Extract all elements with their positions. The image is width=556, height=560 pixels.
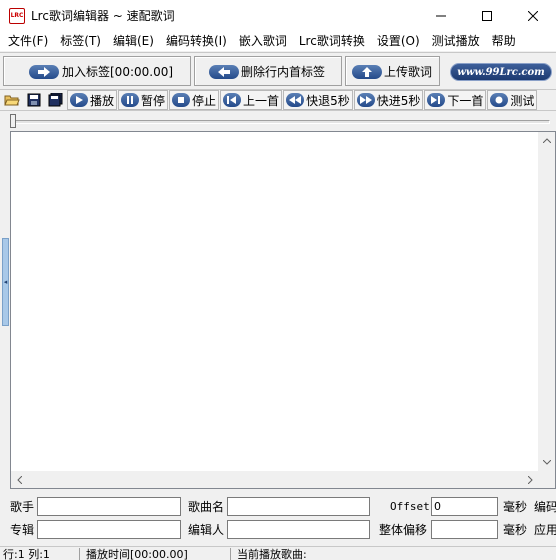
shift-ms-label: 毫秒: [503, 523, 528, 537]
stop-button[interactable]: 停止: [169, 90, 220, 110]
prev-track-label: 上一首: [243, 93, 280, 108]
singer-input[interactable]: [37, 497, 181, 516]
test-button[interactable]: 测试: [487, 90, 538, 110]
pause-button[interactable]: 暂停: [118, 90, 169, 110]
stop-icon: [172, 93, 191, 107]
scroll-down-icon[interactable]: [538, 454, 555, 471]
close-button[interactable]: [510, 0, 556, 31]
rewind-label: 快退5秒: [306, 93, 350, 108]
test-label: 测试: [510, 93, 535, 108]
minimize-icon: [436, 15, 446, 16]
title-bar: LRC Lrc歌词编辑器 ~ 速配歌词: [0, 0, 556, 31]
add-tag-label: 加入标签[00:00.00]: [62, 64, 174, 79]
menu-help[interactable]: 帮助: [486, 31, 522, 51]
menu-file[interactable]: 文件(F): [0, 31, 54, 51]
playback-toolbar: 播放 暂停 停止 上一首 快退5秒 快进5秒 下一首 测试: [0, 89, 556, 111]
menu-bar: 文件(F) 标签(T) 编辑(E) 编码转换(I) 嵌入歌词 Lrc歌词转换 设…: [0, 31, 556, 51]
upload-lyrics-button[interactable]: 上传歌词: [345, 56, 440, 86]
scroll-up-icon[interactable]: [538, 132, 555, 149]
close-icon: [528, 10, 538, 21]
delete-first-tag-button[interactable]: 删除行内首标签: [194, 56, 342, 86]
menu-test-play[interactable]: 测试播放: [426, 31, 486, 51]
rewind-icon: [286, 93, 305, 107]
add-tag-button[interactable]: 加入标签[00:00.00]: [3, 56, 191, 86]
menu-edit[interactable]: 编辑(E): [107, 31, 160, 51]
offset-ms-label: 毫秒: [503, 500, 528, 514]
scroll-right-icon[interactable]: [522, 471, 539, 488]
prev-track-icon: [223, 93, 242, 107]
arrow-right-icon: [29, 65, 59, 79]
open-folder-icon[interactable]: [2, 90, 22, 110]
app-icon: LRC: [9, 7, 25, 24]
song-title-label: 歌曲名: [188, 500, 225, 514]
menu-lrc-convert[interactable]: Lrc歌词转换: [293, 31, 371, 51]
offset-input[interactable]: 0: [431, 497, 498, 516]
arrow-left-icon: [209, 65, 239, 79]
next-track-button[interactable]: 下一首: [424, 90, 487, 110]
arrow-up-icon: [352, 65, 382, 79]
next-track-label: 下一首: [447, 93, 484, 108]
rewind-button[interactable]: 快退5秒: [283, 90, 353, 110]
window-title: Lrc歌词编辑器 ~ 速配歌词: [31, 9, 175, 23]
album-input[interactable]: [37, 520, 181, 539]
song-info-fields: 歌手 歌曲名 Offset 0 毫秒 编码 专辑 编辑人 整体偏移 毫秒 应用: [0, 496, 556, 544]
save-as-icon[interactable]: [46, 90, 66, 110]
play-label: 播放: [90, 93, 115, 108]
window-controls: [418, 0, 556, 31]
scroll-left-icon[interactable]: [11, 471, 28, 488]
fast-forward-icon: [356, 93, 375, 107]
collapse-panel-handle[interactable]: ◂: [2, 238, 9, 326]
slider-track: [10, 120, 550, 124]
menu-settings[interactable]: 设置(O): [371, 31, 426, 51]
brand-link[interactable]: www.99Lrc.com: [450, 63, 552, 81]
status-bar: 行:1 列:1 播放时间[00:00.00] 当前播放歌曲:: [0, 546, 556, 560]
vertical-scrollbar[interactable]: [538, 132, 555, 488]
main-toolbar: 加入标签[00:00.00] 删除行内首标签 上传歌词 www.99Lrc.co…: [0, 52, 556, 88]
maximize-button[interactable]: [464, 0, 510, 31]
pause-icon: [121, 93, 140, 107]
play-button[interactable]: 播放: [67, 90, 118, 110]
upload-lyrics-label: 上传歌词: [384, 64, 433, 79]
offset-label: Offset: [390, 500, 430, 513]
lyrics-editor[interactable]: [10, 131, 556, 489]
playback-slider[interactable]: [8, 114, 554, 130]
minimize-button[interactable]: [418, 0, 464, 31]
current-song: 当前播放歌曲:: [237, 548, 307, 560]
encoding-label[interactable]: 编码: [534, 498, 556, 516]
play-icon: [70, 93, 88, 107]
global-shift-label: 整体偏移: [379, 523, 428, 537]
maximize-icon: [482, 10, 492, 21]
apply-button[interactable]: 应用: [534, 521, 556, 539]
save-icon[interactable]: [24, 90, 44, 110]
stop-label: 停止: [192, 93, 217, 108]
play-time: 播放时间[00:00.00]: [83, 548, 231, 560]
menu-embed-lyrics[interactable]: 嵌入歌词: [233, 31, 293, 51]
forward-button[interactable]: 快进5秒: [353, 90, 424, 110]
pause-label: 暂停: [141, 93, 166, 108]
menu-encoding[interactable]: 编码转换(I): [160, 31, 233, 51]
editor-name-input[interactable]: [227, 520, 370, 539]
next-track-icon: [427, 93, 446, 107]
slider-thumb[interactable]: [10, 114, 16, 128]
horizontal-scrollbar[interactable]: [11, 471, 539, 488]
delete-first-tag-label: 删除行内首标签: [241, 64, 326, 79]
record-icon: [490, 93, 509, 107]
editor-name-label: 编辑人: [188, 523, 225, 537]
song-title-input[interactable]: [227, 497, 370, 516]
menu-tag[interactable]: 标签(T): [54, 31, 107, 51]
singer-label: 歌手: [10, 500, 35, 514]
global-shift-input[interactable]: [431, 520, 498, 539]
cursor-position: 行:1 列:1: [0, 548, 80, 560]
prev-track-button[interactable]: 上一首: [220, 90, 283, 110]
chevron-left-icon: ◂: [3, 278, 8, 286]
album-label: 专辑: [10, 523, 35, 537]
forward-label: 快进5秒: [376, 93, 421, 108]
